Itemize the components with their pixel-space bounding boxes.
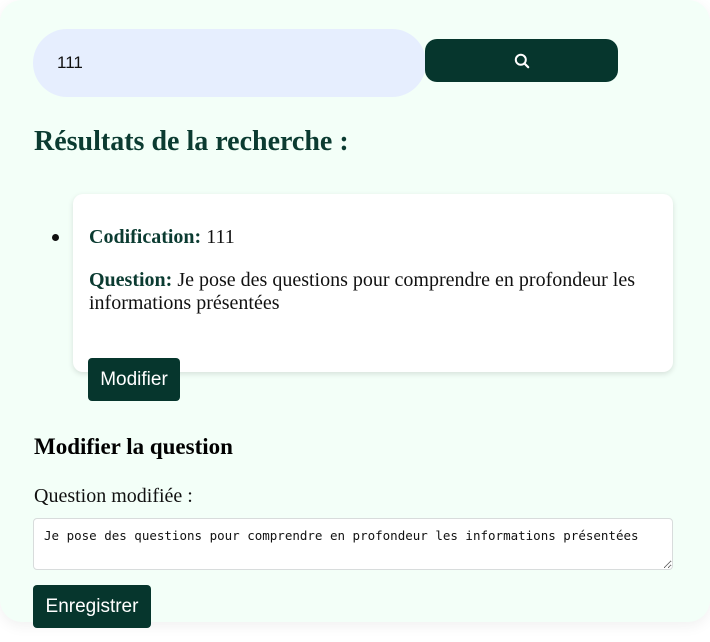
codification-line: Codification: 111 bbox=[89, 226, 235, 249]
edit-field-label: Question modifiée : bbox=[34, 485, 193, 507]
save-button[interactable]: Enregistrer bbox=[33, 585, 151, 628]
question-edit-textarea[interactable]: Je pose des questions pour comprendre en… bbox=[33, 518, 673, 570]
modify-button[interactable]: Modifier bbox=[88, 358, 180, 401]
question-line: Question: Je pose des questions pour com… bbox=[89, 269, 659, 315]
question-label: Question: bbox=[89, 269, 173, 291]
search-button[interactable] bbox=[425, 39, 618, 82]
list-bullet bbox=[52, 234, 59, 241]
search-icon bbox=[514, 53, 530, 69]
codification-value: 111 bbox=[206, 226, 235, 248]
results-title: Résultats de la recherche : bbox=[34, 126, 349, 157]
edit-section-title: Modifier la question bbox=[34, 434, 233, 459]
main-card: Résultats de la recherche : Codification… bbox=[0, 0, 710, 628]
codification-label: Codification: bbox=[89, 226, 202, 248]
search-input[interactable] bbox=[33, 29, 426, 97]
